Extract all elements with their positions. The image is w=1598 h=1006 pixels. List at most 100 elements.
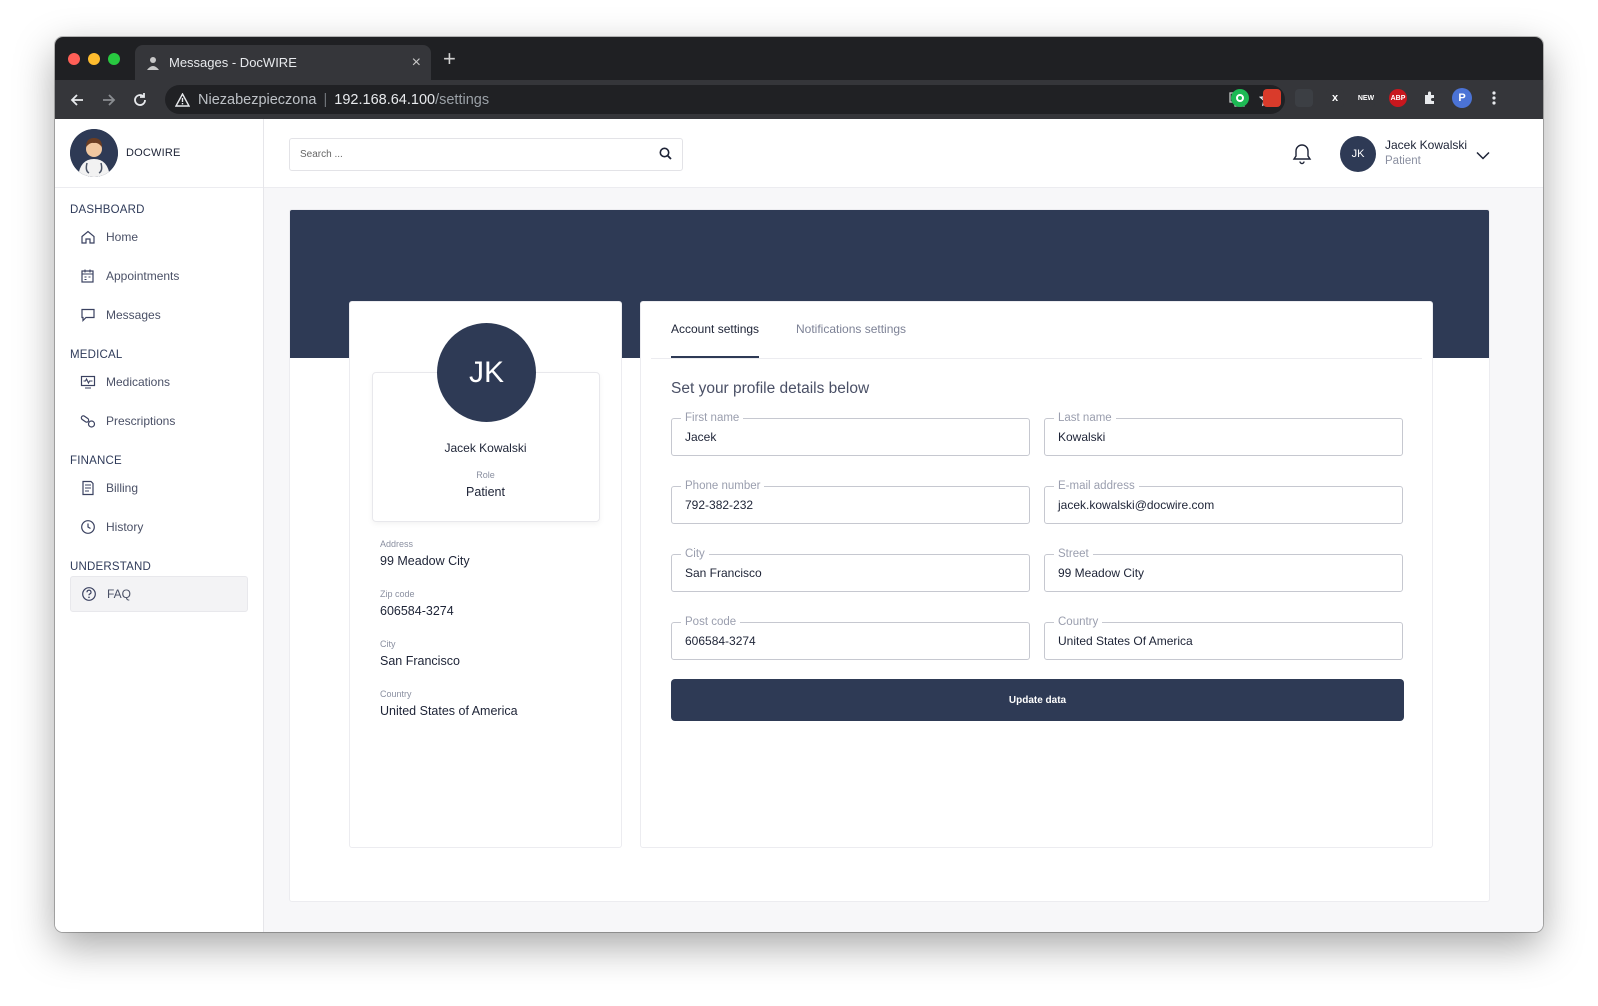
info-label: Address (380, 539, 414, 549)
top-bar: Search ... JK Jacek Kowalski Patient (264, 119, 1543, 188)
grey-extension-icon[interactable] (1295, 89, 1313, 107)
sidebar-item-label: FAQ (107, 587, 132, 601)
info-label: City (380, 639, 396, 649)
forward-icon[interactable] (99, 90, 119, 110)
street-field[interactable]: Street 99 Meadow City (1044, 547, 1403, 592)
settings-content: JK Jacek Kowalski Role Patient Address 9… (289, 209, 1490, 902)
maximize-window-button[interactable] (108, 53, 120, 65)
phone-number-field[interactable]: Phone number 792-382-232 (671, 479, 1030, 524)
new-extension-icon[interactable]: NEW (1357, 89, 1375, 107)
settings-tabs: Account settings Notifications settings (651, 302, 1422, 359)
info-value: 606584-3274 (380, 604, 454, 618)
sidebar-item-label: Prescriptions (106, 414, 176, 428)
field-value[interactable]: Jacek (685, 430, 716, 444)
close-tab-icon[interactable]: × (412, 54, 421, 72)
brand-name: DOCWIRE (126, 147, 181, 159)
first-name-field[interactable]: First name Jacek (671, 411, 1030, 456)
browser-tab-bar: Messages - DocWIRE × + (55, 37, 1543, 80)
search-icon[interactable] (659, 147, 672, 163)
field-value[interactable]: 606584-3274 (685, 634, 756, 648)
sidebar-item-prescriptions[interactable]: Prescriptions (70, 403, 248, 439)
country-field[interactable]: Country United States Of America (1044, 615, 1403, 660)
red-extension-icon[interactable] (1263, 89, 1281, 107)
puzzle-extensions-icon[interactable] (1421, 89, 1439, 107)
email-field[interactable]: E-mail address jacek.kowalski@docwire.co… (1044, 479, 1403, 524)
kebab-menu-icon[interactable] (1485, 89, 1503, 107)
update-data-button[interactable]: Update data (671, 679, 1404, 721)
profile-role: Patient (466, 485, 505, 499)
section-medical-title: MEDICAL (70, 349, 123, 361)
minimize-window-button[interactable] (88, 53, 100, 65)
close-window-button[interactable] (68, 53, 80, 65)
tab-notifications-settings[interactable]: Notifications settings (796, 322, 906, 356)
profile-name: Jacek Kowalski (444, 441, 527, 455)
new-tab-button[interactable]: + (443, 48, 456, 70)
reload-icon[interactable] (130, 90, 150, 110)
tab-account-settings[interactable]: Account settings (671, 322, 760, 358)
profile-avatar[interactable]: P (1452, 88, 1472, 108)
city-field[interactable]: City San Francisco (671, 547, 1030, 592)
info-value: San Francisco (380, 654, 460, 668)
field-value[interactable]: Kowalski (1058, 430, 1105, 444)
sidebar-item-appointments[interactable]: Appointments (70, 258, 248, 294)
field-label: Phone number (681, 479, 765, 493)
calendar-icon (80, 268, 96, 284)
address-bar[interactable]: Niezabezpieczona | 192.168.64.100 /setti… (165, 85, 1285, 114)
profile-avatar: JK (437, 323, 536, 422)
field-label: Country (1054, 615, 1103, 629)
section-finance-title: FINANCE (70, 455, 122, 467)
profile-address: Address 99 Meadow City (380, 539, 470, 568)
settings-card: Account settings Notifications settings … (640, 301, 1433, 848)
target-extension-icon[interactable] (1231, 89, 1249, 107)
field-value[interactable]: 792-382-232 (685, 498, 753, 512)
profile-card: JK Jacek Kowalski Role Patient Address 9… (349, 301, 622, 848)
message-icon (80, 307, 96, 323)
user-avatar[interactable]: JK (1340, 136, 1376, 172)
search-placeholder: Search ... (300, 149, 343, 160)
back-icon[interactable] (67, 90, 87, 110)
bell-icon[interactable] (1292, 143, 1312, 170)
post-code-field[interactable]: Post code 606584-3274 (671, 615, 1030, 660)
address-host: 192.168.64.100 (334, 91, 436, 108)
sidebar-item-label: Home (106, 230, 139, 244)
sidebar-item-label: History (106, 520, 144, 534)
user-role: Patient (1385, 155, 1421, 167)
home-icon (80, 229, 96, 245)
browser-tab[interactable]: Messages - DocWIRE × (135, 45, 431, 80)
insecure-label: Niezabezpieczona (198, 91, 317, 108)
sidebar-item-label: Billing (106, 481, 139, 495)
field-value[interactable]: San Francisco (685, 566, 762, 580)
sidebar-item-medications[interactable]: Medications (70, 364, 248, 400)
field-label: City (681, 547, 709, 561)
chevron-down-icon[interactable] (1476, 147, 1490, 165)
sidebar-item-home[interactable]: Home (70, 219, 248, 255)
sidebar-item-label: Medications (106, 375, 171, 389)
x-extension-icon[interactable]: x (1326, 89, 1344, 107)
info-label: Country (380, 689, 412, 699)
profile-zip-code: Zip code 606584-3274 (380, 589, 454, 618)
sidebar-item-billing[interactable]: Billing (70, 470, 248, 506)
settings-subtitle: Set your profile details below (671, 380, 870, 397)
question-icon (81, 586, 97, 602)
search-input[interactable]: Search ... (289, 138, 683, 171)
field-value[interactable]: jacek.kowalski@docwire.com (1058, 498, 1214, 512)
field-label: First name (681, 411, 744, 425)
last-name-field[interactable]: Last name Kowalski (1044, 411, 1403, 456)
field-value[interactable]: 99 Meadow City (1058, 566, 1144, 580)
sidebar: DOCWIRE DASHBOARD Home Appointments Mess… (55, 119, 264, 932)
user-name[interactable]: Jacek Kowalski (1385, 138, 1467, 152)
info-value: 99 Meadow City (380, 554, 470, 568)
sidebar-item-messages[interactable]: Messages (70, 297, 248, 333)
sidebar-item-faq[interactable]: FAQ (70, 576, 248, 612)
window-controls (68, 53, 120, 65)
field-value[interactable]: United States Of America (1058, 634, 1193, 648)
address-separator: | (323, 91, 328, 108)
field-label: E-mail address (1054, 479, 1139, 493)
doctor-logo-icon (70, 129, 118, 177)
tab-title: Messages - DocWIRE (169, 55, 297, 70)
profile-role-label: Role (476, 470, 495, 480)
info-value: United States of America (380, 704, 518, 718)
abp-extension-icon[interactable]: ABP (1389, 89, 1407, 107)
brand: DOCWIRE (55, 119, 263, 188)
sidebar-item-history[interactable]: History (70, 509, 248, 545)
